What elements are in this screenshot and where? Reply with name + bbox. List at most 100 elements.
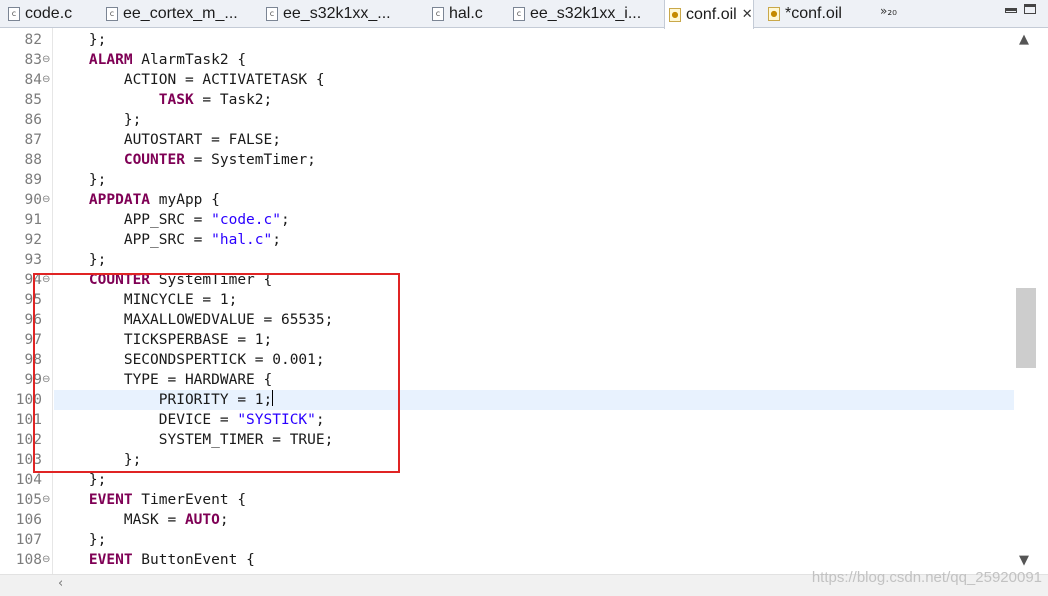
code-line[interactable]: 89 }; — [0, 170, 1014, 190]
code-line[interactable]: 82 }; — [0, 30, 1014, 50]
tab-label: *conf.oil — [785, 5, 842, 22]
code-token: }; — [54, 112, 142, 128]
code-text: }; — [54, 450, 141, 470]
code-line[interactable]: 91 APP_SRC = "code.c"; — [0, 210, 1014, 230]
fold-collapse-icon[interactable]: ⊖ — [42, 190, 50, 210]
keyword-token: AUTO — [184, 512, 220, 528]
code-text: TASK = Task2; — [54, 90, 273, 110]
code-token: }; — [54, 32, 107, 48]
code-line[interactable]: 98 SECONDSPERTICK = 0.001; — [0, 350, 1014, 370]
minimize-icon[interactable] — [1005, 8, 1017, 13]
line-number: 102 — [15, 432, 42, 448]
tab-3[interactable]: c hal.c — [432, 0, 483, 28]
tab-6[interactable]: ● *conf.oil — [768, 0, 842, 28]
code-token: TYPE = HARDWARE { — [54, 372, 273, 388]
line-number: 89 — [24, 172, 42, 188]
tab-0[interactable]: c code.c — [8, 0, 72, 28]
line-number: 95 — [24, 292, 42, 308]
code-token: MASK = — [54, 512, 185, 528]
code-text: TYPE = HARDWARE { — [54, 370, 272, 390]
code-line[interactable]: 96 MAXALLOWEDVALUE = 65535; — [0, 310, 1014, 330]
tab-overflow-button[interactable]: »₂₀ — [880, 4, 897, 18]
code-line[interactable]: 83 ⊖ ALARM AlarmTask2 { — [0, 50, 1014, 70]
code-text: }; — [54, 110, 141, 130]
oil-file-icon: ● — [669, 7, 681, 22]
code-line[interactable]: 106 MASK = AUTO; — [0, 510, 1014, 530]
code-text: AUTOSTART = FALSE; — [54, 130, 281, 150]
code-token: TimerEvent { — [132, 492, 247, 508]
tab-label: ee_cortex_m_... — [123, 5, 238, 22]
scroll-left-icon[interactable]: ‹ — [58, 576, 63, 591]
code-line[interactable]: 88 COUNTER = SystemTimer; — [0, 150, 1014, 170]
code-line[interactable]: 93 }; — [0, 250, 1014, 270]
tab-1[interactable]: c ee_cortex_m_... — [106, 0, 238, 28]
code-line[interactable]: 86 }; — [0, 110, 1014, 130]
fold-collapse-icon[interactable]: ⊖ — [42, 370, 50, 390]
code-line[interactable]: 102 SYSTEM_TIMER = TRUE; — [0, 430, 1014, 450]
maximize-icon[interactable] — [1024, 4, 1036, 14]
code-line[interactable]: 104 }; — [0, 470, 1014, 490]
line-number: 86 — [24, 112, 42, 128]
code-text: SECONDSPERTICK = 0.001; — [54, 350, 325, 370]
keyword-token: COUNTER — [88, 272, 151, 288]
code-token: AUTOSTART = FALSE; — [54, 132, 281, 148]
code-line[interactable]: 85 TASK = Task2; — [0, 90, 1014, 110]
code-text: }; — [54, 170, 106, 190]
code-line[interactable]: 90 ⊖ APPDATA myApp { — [0, 190, 1014, 210]
tab-2[interactable]: c ee_s32k1xx_... — [266, 0, 391, 28]
string-token: "SYSTICK" — [237, 412, 316, 428]
line-number: 104 — [15, 472, 42, 488]
scroll-down-icon[interactable]: ▼ — [1019, 553, 1029, 568]
line-number: 106 — [15, 512, 42, 528]
tab-label: ee_s32k1xx_i... — [530, 5, 642, 22]
code-token: MINCYCLE = 1; — [54, 292, 238, 308]
code-editor[interactable]: 82 }; 83 ⊖ ALARM AlarmTask2 {84 ⊖ ACTION = … — [0, 28, 1016, 574]
code-text: }; — [54, 250, 106, 270]
keyword-token: EVENT — [88, 552, 133, 568]
code-text: SYSTEM_TIMER = TRUE; — [54, 430, 334, 450]
string-token: "code.c" — [211, 212, 281, 228]
code-text: COUNTER = SystemTimer; — [54, 150, 316, 170]
string-token: "hal.c" — [211, 232, 273, 248]
code-line[interactable]: 95 MINCYCLE = 1; — [0, 290, 1014, 310]
vertical-scroll-thumb[interactable] — [1016, 288, 1036, 368]
code-text: APP_SRC = "hal.c"; — [54, 230, 281, 250]
code-line[interactable]: 99 ⊖ TYPE = HARDWARE { — [0, 370, 1014, 390]
code-line[interactable]: 92 APP_SRC = "hal.c"; — [0, 230, 1014, 250]
code-token: ; — [219, 512, 229, 528]
code-line[interactable]: 105 ⊖ EVENT TimerEvent { — [0, 490, 1014, 510]
code-line[interactable]: 108 ⊖ EVENT ButtonEvent { — [0, 550, 1014, 570]
text-cursor — [272, 390, 274, 406]
fold-collapse-icon[interactable]: ⊖ — [42, 550, 50, 570]
fold-collapse-icon[interactable]: ⊖ — [42, 270, 50, 290]
scroll-up-icon[interactable]: ▲ — [1019, 32, 1029, 47]
line-number: 108 — [15, 552, 42, 568]
oil-file-icon: ● — [768, 7, 780, 21]
line-number: 105 — [15, 492, 42, 508]
code-line[interactable]: 87 AUTOSTART = FALSE; — [0, 130, 1014, 150]
line-number: 90 — [24, 192, 42, 208]
fold-collapse-icon[interactable]: ⊖ — [42, 50, 50, 70]
fold-collapse-icon[interactable]: ⊖ — [42, 70, 50, 90]
c-file-icon: c — [8, 7, 20, 21]
code-token: SYSTEM_TIMER = TRUE; — [54, 432, 334, 448]
code-token: }; — [54, 472, 107, 488]
code-line[interactable]: 101 DEVICE = "SYSTICK"; — [0, 410, 1014, 430]
close-icon[interactable]: ✕ — [742, 7, 753, 22]
code-line[interactable]: 103 }; — [0, 450, 1014, 470]
line-number: 98 — [24, 352, 42, 368]
tab-4[interactable]: c ee_s32k1xx_i... — [513, 0, 641, 28]
code-line[interactable]: 97 TICKSPERBASE = 1; — [0, 330, 1014, 350]
tab-5[interactable]: ● conf.oil ✕ — [664, 0, 754, 29]
code-text: ALARM AlarmTask2 { — [54, 50, 246, 70]
fold-collapse-icon[interactable]: ⊖ — [42, 490, 50, 510]
code-line[interactable]: 84 ⊖ ACTION = ACTIVATETASK { — [0, 70, 1014, 90]
watermark: https://blog.csdn.net/qq_25920091 — [811, 569, 1042, 586]
code-token: ; — [272, 232, 281, 248]
code-line[interactable]: 94 ⊖ COUNTER SystemTimer { — [0, 270, 1014, 290]
code-line[interactable]: 100 PRIORITY = 1; — [0, 390, 1014, 410]
code-line[interactable]: 107 }; — [0, 530, 1014, 550]
